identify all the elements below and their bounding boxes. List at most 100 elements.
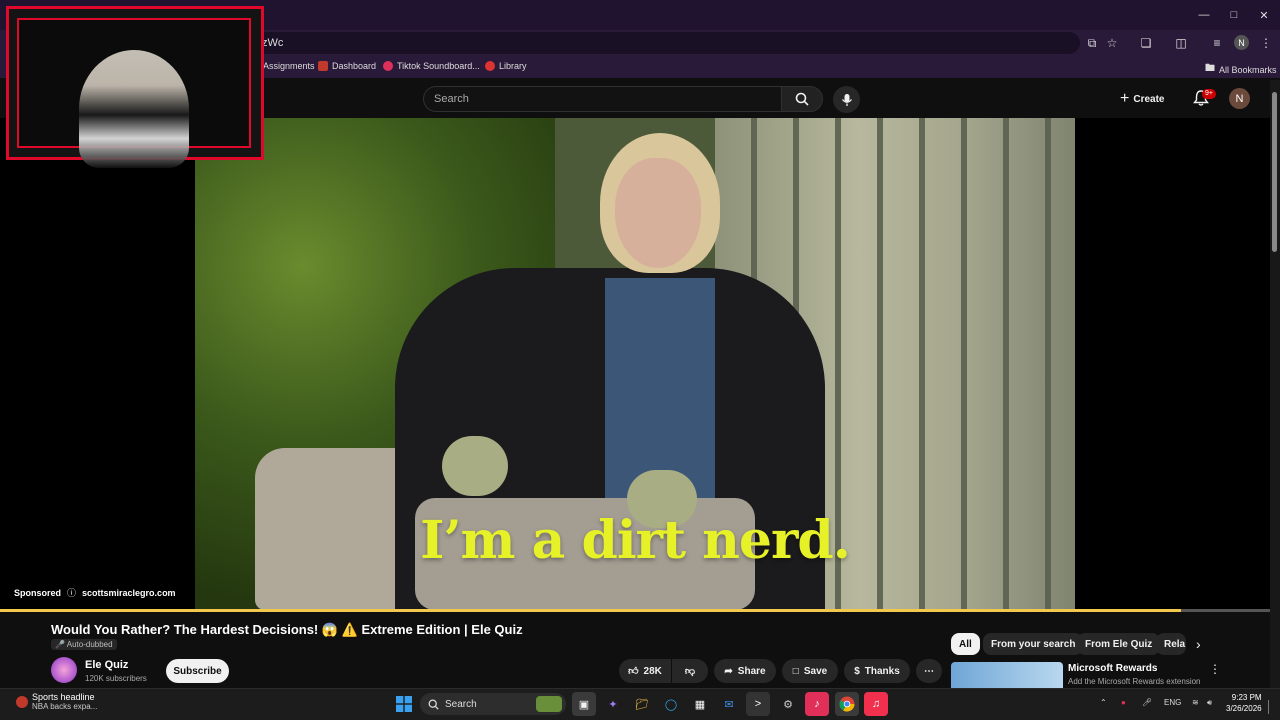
minimize-icon[interactable]: — xyxy=(1188,0,1220,30)
ad-subtitle: Add the Microsoft Rewards extension xyxy=(1068,677,1201,686)
bookmark-label: Assignments xyxy=(263,61,315,71)
sponsored-label[interactable]: Sponsored ⓘ scottsmiraclegro.com xyxy=(14,586,176,599)
clock-date: 3/26/2026 xyxy=(1226,704,1262,713)
chip-all[interactable]: All xyxy=(951,633,980,655)
thanks-button[interactable]: $ Thanks xyxy=(844,659,910,683)
left-glove xyxy=(442,436,508,496)
browser-profile-avatar[interactable]: N xyxy=(1234,35,1249,50)
copilot-icon[interactable]: ✦ xyxy=(601,692,625,716)
bookmark-star-icon[interactable]: ☆ xyxy=(1103,34,1121,52)
webcam-frame xyxy=(17,18,251,168)
auto-dubbed-text: Auto-dubbed xyxy=(66,640,113,649)
subscribe-button[interactable]: Subscribe xyxy=(166,659,229,683)
chip-from-your-search[interactable]: From your search xyxy=(983,633,1084,655)
maximize-icon[interactable]: □ xyxy=(1218,0,1250,30)
tray-app-icon[interactable]: ● xyxy=(1121,698,1126,707)
video-title: Would You Rather? The Hardest Decisions!… xyxy=(51,622,523,637)
like-count: 28K xyxy=(643,665,662,677)
bookmark-assignments[interactable]: Assignments xyxy=(263,61,315,71)
music-app-icon[interactable]: ♫ xyxy=(864,692,888,716)
chip-related[interactable]: Rela xyxy=(1156,633,1186,655)
side-panel-icon[interactable]: ◫ xyxy=(1172,34,1190,52)
auto-dubbed-badge: 🎤 Auto-dubbed xyxy=(51,639,117,650)
bookmark-library[interactable]: Library xyxy=(485,61,527,71)
chrome-menu-icon[interactable]: ⋮ xyxy=(1257,34,1275,52)
file-explorer-icon[interactable]: 📁︎ xyxy=(630,692,654,716)
thanks-icon: $ xyxy=(854,665,860,677)
tray-mic-icon[interactable]: 🎤︎ xyxy=(1142,698,1152,707)
system-clock[interactable]: 9:23 PM 3/26/2026 xyxy=(1226,692,1262,714)
task-view-icon[interactable]: ▣ xyxy=(572,692,596,716)
taskbar-search[interactable]: Search xyxy=(420,693,566,715)
channel-avatar[interactable] xyxy=(51,657,77,683)
search-input[interactable]: Search xyxy=(423,86,781,112)
terminal-icon[interactable]: > xyxy=(746,692,770,716)
share-button[interactable]: ➦ Share xyxy=(714,659,776,683)
chrome-icon[interactable] xyxy=(835,692,859,716)
chevron-right-icon[interactable]: › xyxy=(1196,636,1201,652)
tiktok-icon[interactable]: ♪ xyxy=(805,692,829,716)
bookmark-dashboard[interactable]: Dashboard xyxy=(318,61,376,71)
wifi-icon[interactable]: ≋ xyxy=(1192,698,1199,707)
mail-icon[interactable]: ✉ xyxy=(717,692,741,716)
dislike-button[interactable]: 👎︎ xyxy=(672,659,708,683)
advertiser-link[interactable]: scottsmiraclegro.com xyxy=(82,588,176,598)
plus-icon: + xyxy=(1120,90,1130,107)
search-highlight-icon xyxy=(536,696,562,712)
tray-overflow-icon[interactable]: ⌃ xyxy=(1100,698,1107,707)
microphone-icon xyxy=(841,93,852,106)
search-icon xyxy=(428,699,439,710)
news-subtitle: NBA backs expa... xyxy=(32,702,98,711)
subscriber-count: 120K subscribers xyxy=(85,674,147,683)
ad-menu-icon[interactable]: ⋮ xyxy=(1209,662,1221,676)
media-controls-icon[interactable]: ≡ xyxy=(1208,34,1226,52)
clock-time: 9:23 PM xyxy=(1231,693,1262,702)
search-button[interactable] xyxy=(781,86,823,112)
more-actions-button[interactable]: ⋯ xyxy=(916,659,942,683)
save-label: Save xyxy=(803,665,828,677)
like-button[interactable]: 👍︎ 28K xyxy=(619,659,671,683)
ad-title[interactable]: Microsoft Rewards xyxy=(1068,663,1157,674)
language-indicator[interactable]: ENG xyxy=(1164,698,1181,707)
chrome-logo-icon xyxy=(839,696,855,712)
news-widget[interactable]: Sports headline NBA backs expa... xyxy=(16,692,97,711)
settings-icon[interactable]: ⚙ xyxy=(776,692,800,716)
account-avatar[interactable]: N xyxy=(1229,88,1250,109)
notification-badge: 9+ xyxy=(1202,89,1216,99)
news-title: Sports headline xyxy=(32,692,95,702)
store-icon[interactable]: ▦ xyxy=(688,692,712,716)
create-label: Create xyxy=(1133,93,1165,105)
close-icon[interactable]: ✕ xyxy=(1248,0,1280,30)
share-label: Share xyxy=(737,665,766,677)
chip-from-ele-quiz[interactable]: From Ele Quiz xyxy=(1077,633,1161,655)
start-button[interactable] xyxy=(392,692,416,716)
all-bookmarks[interactable]: 🖿 All Bookmarks xyxy=(1205,61,1277,78)
info-icon[interactable]: ⓘ xyxy=(67,586,76,599)
woman-face xyxy=(615,158,701,268)
tiktok-soundboard-icon xyxy=(383,61,393,71)
bookmark-label: Dashboard xyxy=(332,61,377,71)
volume-icon[interactable]: 🔊︎ xyxy=(1207,698,1212,708)
edge-icon[interactable]: ◯ xyxy=(659,692,683,716)
show-desktop-button[interactable] xyxy=(1268,700,1272,714)
share-icon: ➦ xyxy=(724,665,733,677)
extensions-icon[interactable]: ❏ xyxy=(1137,34,1155,52)
thumbs-down-icon: 👎︎ xyxy=(684,666,696,677)
more-icon: ⋯ xyxy=(924,665,934,677)
scrollbar-thumb[interactable] xyxy=(1272,92,1277,252)
thanks-label: Thanks xyxy=(864,665,900,677)
url-text: zWc xyxy=(262,37,284,49)
bookmark-label: Tiktok Soundboard... xyxy=(397,61,480,71)
folder-icon: 🖿 xyxy=(1205,63,1215,74)
thumbs-up-icon: 👍︎ xyxy=(628,666,639,677)
create-button[interactable]: + Create xyxy=(1120,86,1176,112)
channel-name[interactable]: Ele Quiz xyxy=(85,659,128,671)
windows-logo-icon xyxy=(396,696,412,712)
save-button[interactable]: □ Save xyxy=(782,659,838,683)
dub-icon: 🎤 xyxy=(55,640,65,649)
install-app-icon[interactable]: ⧉ xyxy=(1083,34,1101,52)
bookmark-tiktok-soundboard[interactable]: Tiktok Soundboard... xyxy=(383,61,480,71)
voice-search-button[interactable] xyxy=(833,86,860,113)
library-icon xyxy=(485,61,495,71)
omnibox[interactable]: zWc xyxy=(170,32,1080,54)
